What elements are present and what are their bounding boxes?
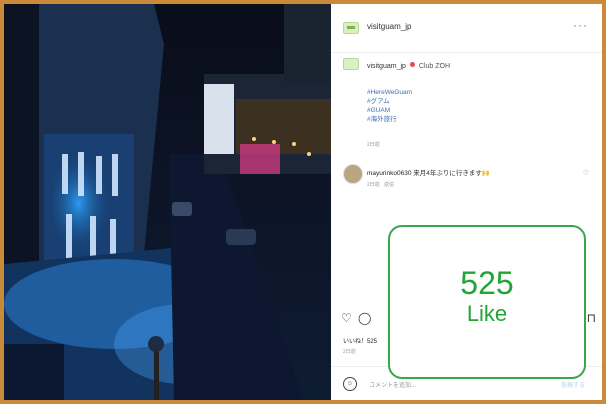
hashtag[interactable]: #海外旅行 [367, 115, 412, 124]
commenter-avatar[interactable] [343, 164, 363, 184]
post-header: visitguam_jp ··· [331, 4, 602, 53]
caption-account-line: visitguam_jp Club ZOH [367, 62, 450, 70]
location-pin-icon [409, 62, 415, 67]
like-count-callout: 525 Like [388, 225, 586, 379]
callout-label: Like [466, 301, 508, 326]
post-comment-button[interactable]: 投稿する [561, 380, 585, 389]
comment-icon[interactable]: ◯ [358, 311, 371, 325]
comment-time: 2日前 [367, 182, 380, 188]
callout-count: 525 [460, 265, 514, 301]
like-count[interactable]: いいね！525 [343, 336, 377, 345]
comment-meta: 2日前 返信 [367, 181, 394, 188]
hashtag[interactable]: #グアム [367, 97, 412, 106]
account-avatar[interactable] [343, 22, 359, 34]
caption-location[interactable]: Club ZOH [419, 63, 450, 70]
hashtag-list: #HereWeGuam #グアム #GUAM #海外旅行 [367, 88, 412, 124]
night-street-image [4, 4, 331, 400]
comment-body: 来月4年ぶりに行きます🙌 [413, 170, 490, 177]
more-icon[interactable]: ··· [573, 18, 588, 32]
comment-like-icon[interactable]: ♡ [583, 169, 589, 177]
comment-reply[interactable]: 返信 [384, 182, 394, 188]
emoji-icon[interactable]: ☺ [343, 377, 357, 391]
post-window: visitguam_jp ··· visitguam_jp Club ZOH #H… [4, 4, 602, 400]
add-comment-bar: ☺ コメントを追加... 投稿する [343, 377, 591, 393]
post-time: 2日前 [343, 349, 356, 355]
hashtag[interactable]: #GUAM [367, 106, 412, 115]
hashtag[interactable]: #HereWeGuam [367, 88, 412, 97]
bookmark-icon[interactable]: ⊓ [587, 311, 596, 325]
account-name[interactable]: visitguam_jp [367, 22, 411, 31]
caption-avatar[interactable] [343, 58, 359, 70]
comment-text: mayurinko0630 来月4年ぶりに行きます🙌 [367, 167, 490, 177]
comment-input[interactable]: コメントを追加... [369, 380, 416, 389]
caption-time: 2日前 [367, 142, 380, 148]
post-photo[interactable] [4, 4, 331, 400]
commenter-name[interactable]: mayurinko0630 [367, 170, 411, 177]
heart-icon[interactable]: ♡ [341, 311, 352, 325]
caption-account-name[interactable]: visitguam_jp [367, 63, 406, 70]
